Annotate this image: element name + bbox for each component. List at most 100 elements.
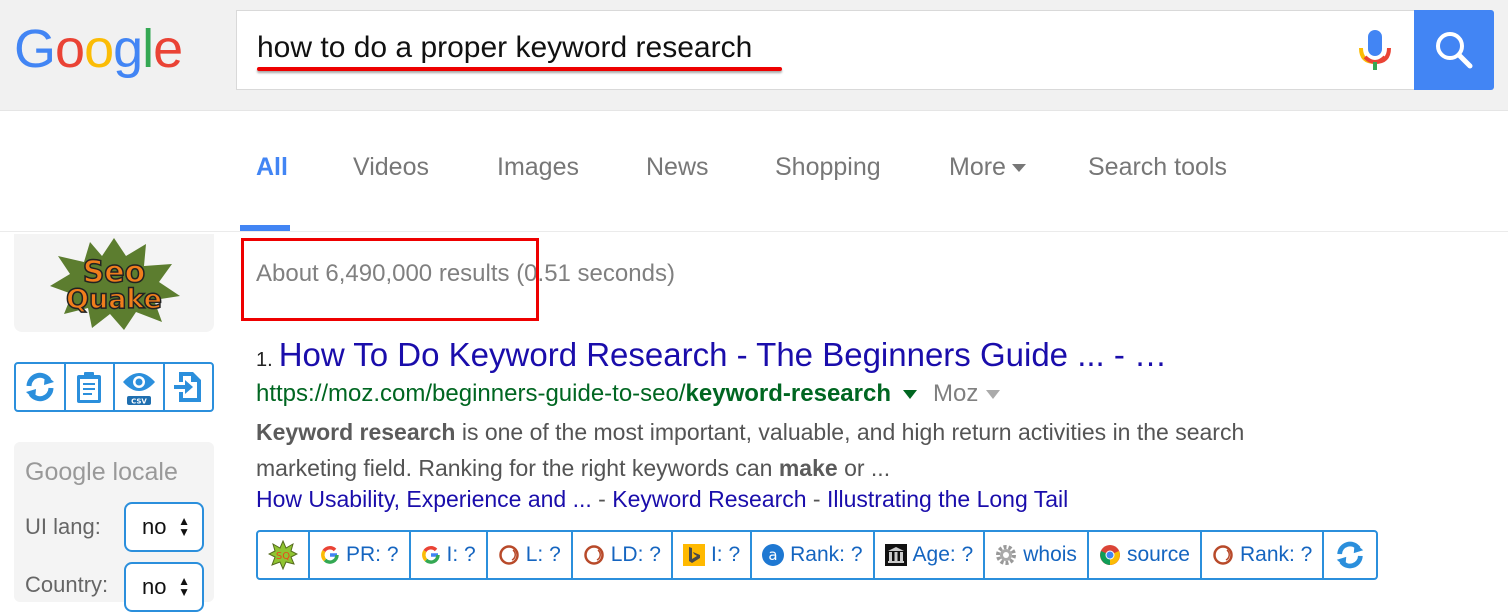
csv-view-button[interactable]: CSV bbox=[115, 364, 165, 410]
logo-letter: e bbox=[153, 19, 183, 79]
tab-all[interactable]: All bbox=[256, 153, 288, 182]
search-button[interactable] bbox=[1414, 10, 1494, 90]
url-options-caret-icon[interactable] bbox=[903, 390, 917, 400]
result-title-row: 1. How To Do Keyword Research - The Begin… bbox=[256, 336, 1167, 374]
tab-more-label: More bbox=[949, 153, 1006, 181]
semrush-icon bbox=[583, 544, 605, 566]
microphone-icon[interactable] bbox=[1355, 26, 1395, 72]
ui-lang-select[interactable]: no ▲ ▼ bbox=[124, 502, 204, 552]
metric-label: LD: ? bbox=[610, 543, 661, 566]
country-select[interactable]: no ▲ ▼ bbox=[124, 562, 204, 612]
site-name[interactable]: Moz bbox=[933, 380, 978, 407]
result-number: 1. bbox=[256, 349, 273, 371]
metric-label: I: ? bbox=[710, 543, 741, 566]
seoquake-text-quake: Quake bbox=[66, 284, 162, 315]
tab-images[interactable]: Images bbox=[497, 153, 579, 182]
tab-videos[interactable]: Videos bbox=[353, 153, 429, 182]
seoquake-splash-icon: Seo Quake bbox=[50, 238, 180, 330]
logo-letter: l bbox=[142, 19, 154, 79]
google-index-metric[interactable]: I: ? bbox=[411, 532, 488, 578]
caret-down-icon bbox=[1011, 164, 1026, 173]
refresh-icon bbox=[25, 372, 54, 402]
archive-icon bbox=[884, 544, 907, 566]
sitelink[interactable]: How Usability, Experience and ... bbox=[256, 486, 592, 512]
select-arrows-icon: ▲ ▼ bbox=[178, 574, 190, 599]
result-url[interactable]: https://moz.com/beginners-guide-to-seo/k… bbox=[256, 380, 891, 407]
metric-label: source bbox=[1126, 543, 1190, 566]
sitelink-separator: - bbox=[591, 486, 613, 512]
sitelink[interactable]: Keyword Research bbox=[612, 486, 806, 512]
logo-letter: o bbox=[55, 19, 85, 79]
seoquake-logo[interactable]: Seo Quake bbox=[14, 234, 214, 332]
snippet-text: or ... bbox=[837, 455, 891, 481]
google-locale-panel: Google locale UI lang: no ▲ ▼ Country: no… bbox=[14, 442, 214, 612]
tab-shopping[interactable]: Shopping bbox=[775, 153, 881, 182]
refresh-metrics-button[interactable] bbox=[1324, 532, 1376, 578]
url-bold: keyword-research bbox=[685, 380, 891, 407]
semrush-icon bbox=[498, 544, 520, 566]
ui-lang-value: no bbox=[142, 514, 167, 539]
seoquake-toolbar: CSV bbox=[14, 362, 214, 412]
domain-age-metric[interactable]: Age: ? bbox=[875, 532, 986, 578]
result-url-row: https://moz.com/beginners-guide-to-seo/k… bbox=[256, 380, 1001, 408]
search-input[interactable]: how to do a proper keyword research bbox=[236, 10, 1416, 90]
tab-more[interactable]: More bbox=[949, 153, 1026, 182]
active-tab-indicator bbox=[240, 225, 290, 231]
red-underline-annotation bbox=[257, 67, 782, 71]
country-label: Country: bbox=[25, 572, 109, 597]
logo-letter: o bbox=[84, 19, 114, 79]
tab-search-tools[interactable]: Search tools bbox=[1088, 153, 1227, 182]
semrush-icon bbox=[1212, 544, 1234, 566]
logo-letter: g bbox=[113, 19, 143, 79]
google-logo[interactable]: Google bbox=[14, 18, 183, 80]
metric-label: L: ? bbox=[525, 543, 561, 566]
refresh-button[interactable] bbox=[16, 364, 66, 410]
svg-text:SQ: SQ bbox=[276, 551, 290, 562]
tab-news[interactable]: News bbox=[646, 153, 709, 182]
chrome-icon bbox=[1099, 544, 1121, 566]
seoquake-menu-button[interactable]: SQ bbox=[258, 532, 310, 578]
sitelink-separator: - bbox=[806, 486, 827, 512]
export-file-icon bbox=[174, 372, 202, 402]
site-caret-icon[interactable] bbox=[986, 390, 1001, 400]
eye-csv-icon: CSV bbox=[122, 373, 155, 406]
result-title-link[interactable]: How To Do Keyword Research - The Beginne… bbox=[279, 336, 1167, 373]
metric-label: Age: ? bbox=[912, 543, 974, 566]
view-source-link[interactable]: source bbox=[1089, 532, 1202, 578]
ui-lang-label: UI lang: bbox=[25, 514, 101, 539]
logo-letter: G bbox=[14, 19, 56, 79]
google-icon bbox=[320, 545, 340, 565]
metric-label: Rank: ? bbox=[1239, 543, 1313, 566]
semrush-links-metric[interactable]: L: ? bbox=[488, 532, 573, 578]
export-button[interactable] bbox=[165, 364, 213, 410]
metric-label: I: ? bbox=[446, 543, 476, 566]
sitelinks: How Usability, Experience and ... - Keyw… bbox=[256, 486, 1068, 513]
metric-label: Rank: ? bbox=[790, 543, 863, 566]
seoquake-metrics-bar: SQ PR: ? I: ? L: ? LD: ? I: ? a Rank: ? … bbox=[256, 530, 1379, 580]
search-tabs: All Videos Images News Shopping More Sea… bbox=[0, 111, 1508, 232]
snippet-bold: Keyword research bbox=[256, 419, 456, 445]
url-plain: https://moz.com/beginners-guide-to-seo/ bbox=[256, 380, 686, 407]
metric-label: PR: ? bbox=[346, 543, 399, 566]
whois-link[interactable]: whois bbox=[985, 532, 1089, 578]
bing-index-metric[interactable]: I: ? bbox=[673, 532, 753, 578]
result-snippet: Keyword research is one of the most impo… bbox=[256, 414, 1266, 486]
search-icon bbox=[1436, 32, 1473, 69]
result-time: (0.51 seconds) bbox=[516, 260, 675, 287]
gear-icon bbox=[995, 544, 1017, 566]
clipboard-icon bbox=[77, 372, 102, 403]
red-box-annotation bbox=[241, 238, 539, 321]
locale-title: Google locale bbox=[25, 458, 178, 486]
snippet-bold: make bbox=[778, 455, 838, 481]
google-pagerank-metric[interactable]: PR: ? bbox=[310, 532, 411, 578]
alexa-rank-metric[interactable]: a Rank: ? bbox=[752, 532, 875, 578]
search-query-text[interactable]: how to do a proper keyword research bbox=[257, 31, 752, 65]
search-header: Google how to do a proper keyword resear… bbox=[0, 0, 1508, 111]
select-arrows-icon: ▲ ▼ bbox=[178, 514, 190, 539]
country-value: no bbox=[142, 574, 167, 599]
semrush-linking-domains-metric[interactable]: LD: ? bbox=[573, 532, 673, 578]
semrush-rank-metric[interactable]: Rank: ? bbox=[1202, 532, 1325, 578]
google-icon bbox=[421, 545, 441, 565]
clipboard-button[interactable] bbox=[66, 364, 115, 410]
sitelink[interactable]: Illustrating the Long Tail bbox=[827, 486, 1068, 512]
